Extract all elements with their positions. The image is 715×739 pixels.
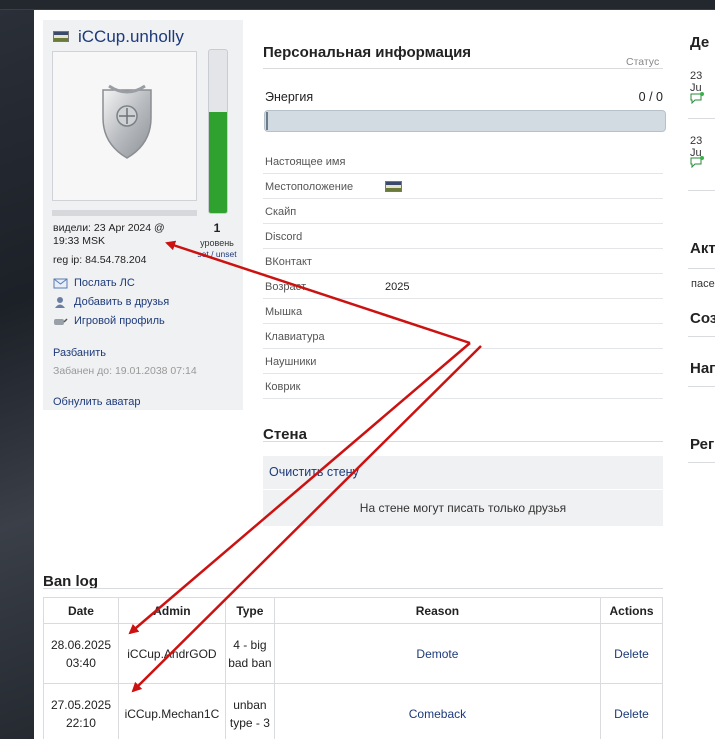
info-field-key: ВКонтакт bbox=[265, 256, 312, 268]
ban-reason-link[interactable]: Demote bbox=[273, 623, 602, 684]
divider bbox=[688, 386, 715, 387]
right-section-heading: Рег bbox=[690, 436, 715, 453]
divider bbox=[263, 68, 663, 69]
energy-level-bar bbox=[208, 49, 228, 214]
right-item-date: 23 Ju bbox=[690, 70, 703, 94]
info-field-row: Клавиатура bbox=[263, 324, 663, 349]
info-field-row: Коврик bbox=[263, 374, 663, 399]
info-field-key: Клавиатура bbox=[265, 331, 325, 343]
info-field-value: 2025 bbox=[385, 281, 410, 293]
country-flag-icon bbox=[385, 181, 402, 192]
send-pm-label: Послать ЛС bbox=[74, 276, 135, 289]
info-field-row: Мышка bbox=[263, 299, 663, 324]
country-flag-icon bbox=[53, 31, 69, 42]
info-field-key: Местоположение bbox=[265, 181, 354, 193]
info-field-key: Discord bbox=[265, 231, 303, 243]
info-field-key: Коврик bbox=[265, 381, 301, 393]
personal-info-title: Персональная информация bbox=[263, 44, 472, 61]
reg-ip: reg ip: 84.54.78.204 bbox=[53, 254, 147, 266]
energy-level-fill bbox=[209, 111, 227, 213]
info-field-row: Discord bbox=[263, 224, 663, 249]
ban-admin: iCCup.Mechan1C bbox=[117, 683, 226, 739]
column-header-type: Type bbox=[224, 597, 275, 624]
reset-avatar-link[interactable]: Обнулить аватар bbox=[53, 396, 140, 408]
game-profile-icon bbox=[53, 315, 68, 327]
top-bar bbox=[0, 0, 715, 10]
game-profile-label: Игровой профиль bbox=[74, 314, 165, 327]
info-field-row: Наушники bbox=[263, 349, 663, 374]
info-field-key: Наушники bbox=[265, 356, 317, 368]
column-header-actions: Actions bbox=[600, 597, 663, 624]
ban-date: 27.05.2025 22:10 bbox=[43, 683, 119, 739]
divider bbox=[43, 588, 663, 589]
column-header-reason: Reason bbox=[273, 597, 602, 624]
last-seen: видели: 23 Apr 2024 @ 19:33 MSK bbox=[53, 222, 165, 247]
energy-label: Энергия bbox=[265, 90, 314, 104]
info-field-row: Местоположение bbox=[263, 174, 663, 199]
add-friend-link[interactable]: Добавить в друзья bbox=[53, 292, 169, 311]
ban-date: 28.06.2025 03:40 bbox=[43, 623, 119, 684]
wall-clear-row: Очистить стену bbox=[263, 456, 663, 489]
mail-icon bbox=[53, 277, 68, 289]
background-art bbox=[0, 10, 34, 739]
ban-log-table: Date Admin Type Reason Actions 28.06.202… bbox=[43, 597, 663, 739]
profile-actions: Послать ЛС Добавить в друзья Игровой про… bbox=[53, 273, 169, 330]
delete-ban-link[interactable]: Delete bbox=[600, 683, 663, 739]
info-field-row: Возраст 2025 bbox=[263, 274, 663, 299]
profile-card: iCCup.unholly 1 уровень set / unset виде… bbox=[43, 20, 243, 410]
rank-badge-icon bbox=[102, 84, 152, 159]
divider bbox=[688, 268, 715, 269]
info-field-key: Скайп bbox=[265, 206, 297, 218]
clear-wall-link[interactable]: Очистить стену bbox=[269, 465, 359, 479]
ban-admin: iCCup.AndrGOD bbox=[117, 623, 226, 684]
level-label: уровень bbox=[200, 238, 234, 248]
comment-icon[interactable] bbox=[690, 92, 704, 104]
column-header-admin: Admin bbox=[117, 597, 226, 624]
username: iCCup.unholly bbox=[78, 27, 184, 46]
info-field-row: Настоящее имя bbox=[263, 149, 663, 174]
ban-reason-link[interactable]: Comeback bbox=[273, 683, 602, 739]
comment-icon[interactable] bbox=[690, 156, 704, 168]
delete-ban-link[interactable]: Delete bbox=[600, 623, 663, 684]
right-section-heading: Акт bbox=[690, 240, 715, 257]
level-number: 1 bbox=[213, 221, 221, 235]
energy-progress-bar bbox=[264, 110, 666, 132]
right-section-heading: Наг bbox=[690, 360, 715, 377]
info-field-row: ВКонтакт bbox=[263, 249, 663, 274]
energy-progress-fill bbox=[266, 112, 268, 130]
add-friend-icon bbox=[53, 296, 68, 308]
table-row: 27.05.2025 22:10 iCCup.Mechan1C unban ty… bbox=[43, 683, 663, 739]
wall-note: На стене могут писать только друзья bbox=[263, 489, 663, 526]
ban-type: unban type - 3 bbox=[224, 683, 275, 739]
column-header-date: Date bbox=[43, 597, 119, 624]
divider bbox=[688, 190, 715, 191]
add-friend-label: Добавить в друзья bbox=[74, 295, 170, 308]
right-section-heading: Де bbox=[690, 34, 710, 51]
game-profile-link[interactable]: Игровой профиль bbox=[53, 311, 169, 330]
right-item-text: пасе bbox=[691, 278, 715, 290]
ban-type: 4 - big bad ban bbox=[224, 623, 275, 684]
table-header-row: Date Admin Type Reason Actions bbox=[43, 597, 663, 624]
info-field-row: Скайп bbox=[263, 199, 663, 224]
unban-link[interactable]: Разбанить bbox=[53, 347, 106, 359]
divider bbox=[688, 336, 715, 337]
status-label: Статус bbox=[626, 56, 660, 68]
info-field-key: Мышка bbox=[265, 306, 303, 318]
send-pm-link[interactable]: Послать ЛС bbox=[53, 273, 169, 292]
banned-until: Забанен до: 19.01.2038 07:14 bbox=[53, 365, 197, 377]
avatar bbox=[52, 51, 197, 201]
divider bbox=[688, 118, 715, 119]
energy-value: 0 / 0 bbox=[638, 90, 663, 104]
level-set-unset-link[interactable]: set / unset bbox=[195, 249, 239, 259]
avatar-progress-bar bbox=[52, 210, 197, 216]
info-field-key: Возраст bbox=[265, 281, 307, 293]
divider bbox=[688, 462, 715, 463]
table-row: 28.06.2025 03:40 iCCup.AndrGOD 4 - big b… bbox=[43, 623, 663, 684]
divider bbox=[263, 441, 663, 442]
info-field-key: Настоящее имя bbox=[265, 156, 346, 168]
right-section-heading: Соз bbox=[690, 310, 715, 327]
profile-page: iCCup.unholly 1 уровень set / unset виде… bbox=[34, 10, 715, 739]
